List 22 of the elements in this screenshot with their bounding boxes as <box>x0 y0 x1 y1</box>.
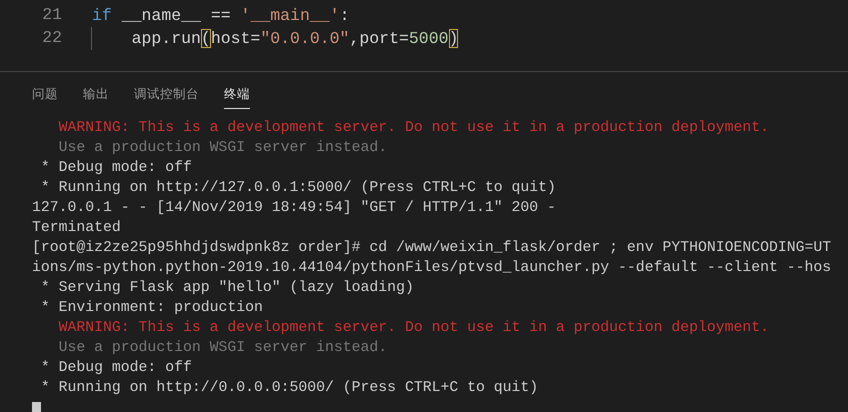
terminal-line: Use a production WSGI server instead. <box>58 139 388 158</box>
terminal-line: 127.0.0.1 - - [14/Nov/2019 18:49:54] "GET / HTTP/1.1" 200 - <box>32 199 556 218</box>
terminal-line: ions/ms-python.python-2019.10.44104/pythonFiles/ptvsd_launcher.py --default --client --hos <box>32 259 832 278</box>
terminal-line: * Debug mode: off <box>40 159 192 178</box>
line-number: 22 <box>41 27 62 50</box>
panel-tab[interactable]: 输出 <box>83 85 109 109</box>
terminal-line: * Running on http://0.0.0.0:5000/ (Press CTRL+C to quit) <box>40 379 538 398</box>
code-line: if __name__ == '__main__': <box>92 5 350 27</box>
terminal-line: * Environment: production <box>40 299 263 318</box>
code-line: app.run(host="0.0.0.0",port=5000) <box>91 27 458 50</box>
terminal-line: WARNING: This is a development server. Do not use it in a production deployment. <box>58 319 770 338</box>
panel-tab[interactable]: 终端 <box>224 85 250 109</box>
terminal-line: * Debug mode: off <box>40 359 192 378</box>
panel-tab[interactable]: 问题 <box>32 85 58 109</box>
line-number: 21 <box>41 4 62 26</box>
panel-tab[interactable]: 调试控制台 <box>134 85 199 109</box>
terminal-line: WARNING: This is a development server. Do not use it in a production deployment. <box>58 119 770 138</box>
terminal-line: [root@iz2ze25p95hhdjdswdpnk8z order]# cd /www/weixin_flask/order ; env PYTHONIOENCODING=UT <box>32 239 832 258</box>
terminal-line: Terminated <box>32 219 121 238</box>
terminal-line: * Serving Flask app "hello" (lazy loading) <box>40 279 414 298</box>
terminal-line: * Running on http://127.0.0.1:5000/ (Press CTRL+C to quit) <box>40 179 556 198</box>
terminal-line: Use a production WSGI server instead. <box>58 339 388 358</box>
